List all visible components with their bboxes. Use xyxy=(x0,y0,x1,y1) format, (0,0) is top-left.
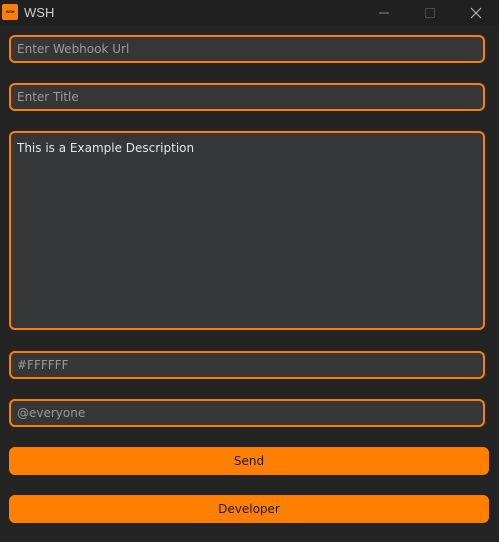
maximize-button[interactable] xyxy=(407,0,453,26)
description-textarea[interactable]: This is a Example Description xyxy=(11,133,483,328)
mention-input[interactable] xyxy=(11,401,483,425)
title-input[interactable] xyxy=(11,85,483,109)
developer-button[interactable]: Developer xyxy=(9,495,489,523)
color-input[interactable] xyxy=(11,353,483,377)
app-logo-icon: WSH xyxy=(2,4,18,20)
description-field: This is a Example Description xyxy=(9,131,485,330)
mention-field xyxy=(9,399,485,427)
title-bar[interactable]: WSH WSH xyxy=(0,0,499,26)
maximize-icon xyxy=(425,8,435,18)
minimize-button[interactable] xyxy=(361,0,407,26)
color-field xyxy=(9,351,485,379)
close-button[interactable] xyxy=(453,0,499,26)
send-button[interactable]: Send xyxy=(9,447,489,475)
close-icon xyxy=(470,7,482,19)
minimize-icon xyxy=(379,12,389,14)
app-window: WSH WSH This is a Example Description xyxy=(0,0,499,542)
webhook-url-input[interactable] xyxy=(11,37,483,61)
webhook-url-field xyxy=(9,35,485,63)
window-title: WSH xyxy=(24,5,55,20)
title-field xyxy=(9,83,485,111)
